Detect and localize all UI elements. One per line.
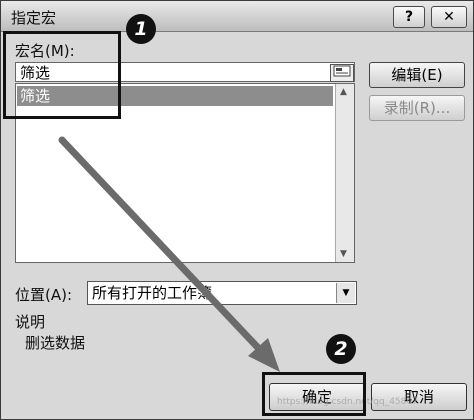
highlight-box-ok-button (262, 372, 366, 416)
highlight-box-macro-name (3, 31, 121, 119)
step-badge-2: 2 (326, 334, 356, 364)
step-badge-1: 1 (126, 14, 156, 44)
